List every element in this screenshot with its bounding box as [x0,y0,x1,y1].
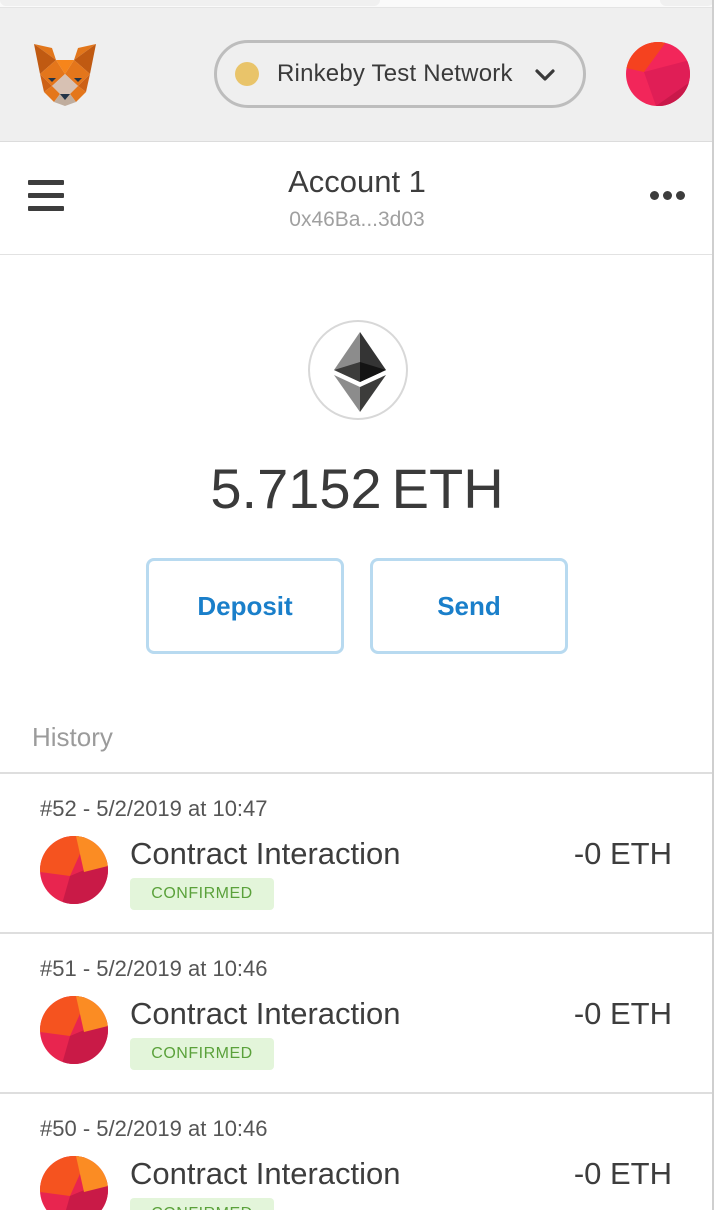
transaction-amount: -0 ETH [573,836,672,871]
network-selector[interactable]: Rinkeby Test Network [214,40,586,108]
eth-balance: 5.7152 ETH [0,456,712,521]
status-badge: CONFIRMED [130,1198,274,1210]
more-options-icon[interactable] [648,188,686,202]
deposit-button[interactable]: Deposit [146,558,344,654]
network-status-dot [235,62,259,86]
history-heading: History [32,722,113,752]
browser-top-edge [0,0,712,8]
transaction-title: Contract Interaction [130,996,401,1031]
transaction-row[interactable]: #52 - 5/2/2019 at 10:47 Contract Interac… [0,774,712,934]
balance-unit: ETH [391,457,504,520]
transaction-date: #50 - 5/2/2019 at 10:46 [40,1116,268,1141]
contract-identicon [40,996,108,1064]
account-bar: Account 1 0x46Ba...3d03 [0,142,712,255]
account-name[interactable]: Account 1 [0,164,712,200]
contract-identicon [40,836,108,904]
wallet-popup: Rinkeby Test Network Account 1 0x46Ba...… [0,0,714,1210]
send-button[interactable]: Send [370,558,568,654]
transaction-date: #51 - 5/2/2019 at 10:46 [40,956,268,981]
transaction-amount: -0 ETH [573,996,672,1031]
status-badge: CONFIRMED [130,1038,274,1070]
metamask-fox-icon[interactable] [30,40,100,110]
ethereum-token-badge [308,320,408,420]
app-header: Rinkeby Test Network [0,8,712,142]
network-label: Rinkeby Test Network [277,60,513,87]
transaction-date: #52 - 5/2/2019 at 10:47 [40,796,268,821]
status-badge: CONFIRMED [130,878,274,910]
transaction-title: Contract Interaction [130,1156,401,1191]
transaction-title: Contract Interaction [130,836,401,871]
transaction-row[interactable]: #50 - 5/2/2019 at 10:46 Contract Interac… [0,1094,712,1210]
ethereum-icon [334,332,386,412]
chevron-down-icon [535,69,555,81]
account-identicon[interactable] [626,42,690,106]
balance-amount: 5.7152 [210,457,382,520]
contract-identicon [40,1156,108,1210]
transaction-amount: -0 ETH [573,1156,672,1191]
account-address[interactable]: 0x46Ba...3d03 [0,208,712,232]
transaction-row[interactable]: #51 - 5/2/2019 at 10:46 Contract Interac… [0,934,712,1094]
